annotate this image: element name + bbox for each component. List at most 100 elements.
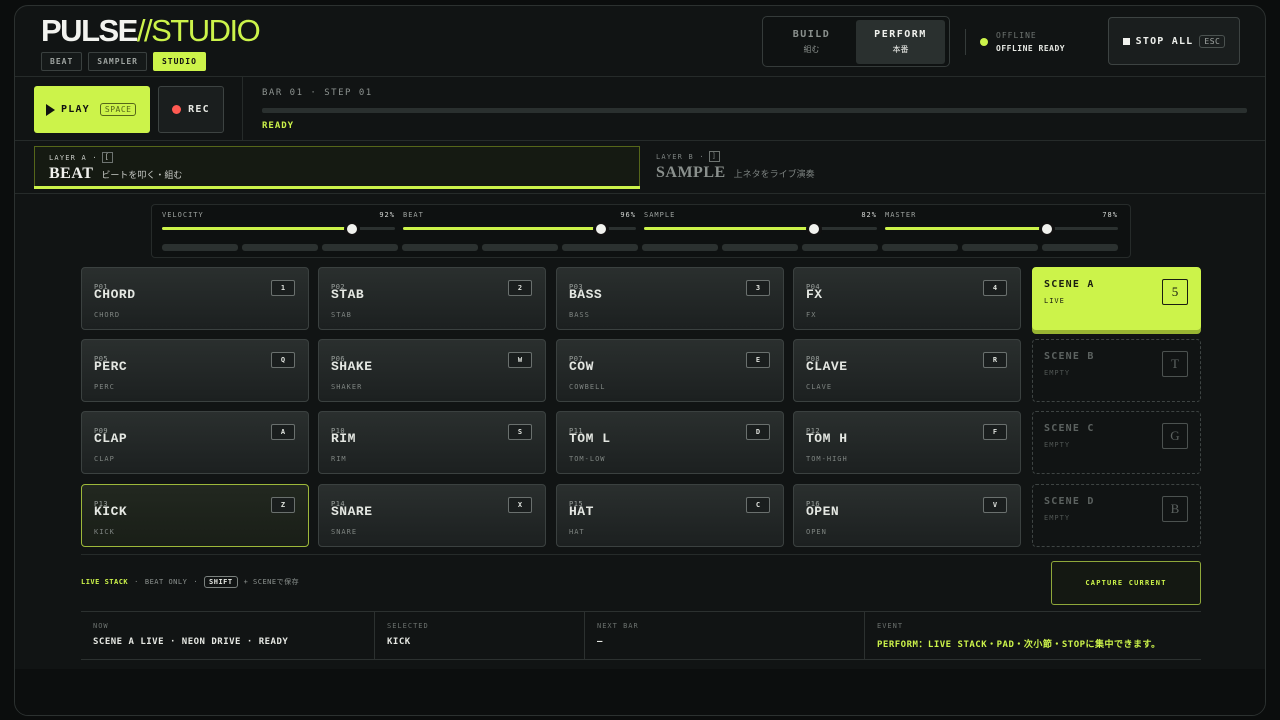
scene-name: SCENE D [1044, 496, 1095, 507]
perform-button[interactable]: PERFORM 本番 [856, 20, 945, 64]
pad-hat[interactable]: P15 HAT HAT C [556, 484, 784, 547]
layer-a-desc: ビートを叩く・組む [101, 171, 183, 181]
pad-key: 4 [983, 280, 1007, 296]
slider-track[interactable] [885, 227, 1118, 230]
pad-sound: OPEN [806, 528, 827, 536]
pad-name: TOM L [569, 431, 611, 446]
slider-label-row: SAMPLE 82% [644, 211, 877, 219]
layer-a-tag: LAYER A · [49, 153, 98, 162]
slider-velocity[interactable]: VELOCITY 92% [162, 205, 395, 259]
layer-b-desc: 上ネタをライブ演奏 [733, 170, 815, 180]
pad-sound: TOM-HIGH [806, 455, 848, 463]
scene-key: G [1162, 423, 1188, 449]
slider-track[interactable] [644, 227, 877, 230]
pad-sound: CLAP [94, 455, 115, 463]
scene-name: SCENE C [1044, 423, 1095, 434]
pad-sound: SHAKER [331, 383, 363, 391]
pad-tom-l[interactable]: P11 TOM L TOM-LOW D [556, 411, 784, 474]
tab-studio[interactable]: STUDIO [152, 52, 206, 71]
pad-fx[interactable]: P04 FX FX 4 [793, 267, 1021, 330]
pad-chord[interactable]: P01 CHORD CHORD 1 [81, 267, 309, 330]
pad-rim[interactable]: P10 RIM RIM S [318, 411, 546, 474]
pad-key: A [271, 424, 295, 440]
slider-label: SAMPLE [644, 211, 676, 219]
tab-sampler[interactable]: SAMPLER [88, 52, 147, 71]
slider-value: 92% [379, 211, 395, 219]
pad-name: COW [569, 359, 594, 374]
pad-cow[interactable]: P07 COW COWBELL E [556, 339, 784, 402]
slider-handle[interactable] [806, 221, 822, 237]
status-selected-value: KICK [387, 637, 411, 647]
view-switch: BUILD 組む PERFORM 本番 [762, 16, 950, 67]
status-next-label: NEXT BAR [597, 622, 639, 630]
pad-name: HAT [569, 504, 594, 519]
pad-open[interactable]: P16 OPEN OPEN V [793, 484, 1021, 547]
pad-kick[interactable]: P13 KICK KICK Z [81, 484, 309, 547]
play-icon [46, 103, 55, 116]
slider-handle[interactable] [593, 221, 609, 237]
pad-tom-h[interactable]: P12 TOM H TOM-HIGH F [793, 411, 1021, 474]
logo-light: //STUDIO [136, 13, 261, 48]
connection-detail: OFFLINE READY [996, 44, 1066, 53]
slider-track[interactable] [162, 227, 395, 230]
slider-fill [403, 227, 601, 230]
stop-icon [1122, 37, 1130, 45]
layer-a-tab[interactable]: LAYER A · [ BEAT ビートを叩く・組む [34, 146, 640, 189]
pad-key: V [983, 497, 1007, 513]
pad-key: W [508, 352, 532, 368]
status-event-label: EVENT [877, 622, 904, 630]
slider-sample[interactable]: SAMPLE 82% [644, 205, 877, 259]
slider-master[interactable]: MASTER 78% [885, 205, 1118, 259]
mode-tabs: BEAT SAMPLER STUDIO [41, 52, 206, 71]
rec-label: REC [188, 104, 210, 115]
slider-beat[interactable]: BEAT 96% [403, 205, 636, 259]
layer-a-key: [ [101, 152, 114, 163]
pad-name: OPEN [806, 504, 840, 519]
slider-handle[interactable] [1039, 221, 1055, 237]
build-button[interactable]: BUILD 組む [767, 20, 856, 64]
stop-all-label: STOP ALL [1135, 35, 1194, 47]
tab-beat[interactable]: BEAT [41, 52, 83, 71]
pad-sound: PERC [94, 383, 115, 391]
pad-sound: STAB [331, 311, 352, 319]
pad-key: 2 [508, 280, 532, 296]
pad-snare[interactable]: P14 SNARE SNARE X [318, 484, 546, 547]
pad-clap[interactable]: P09 CLAP CLAP A [81, 411, 309, 474]
transport-separator [15, 140, 1265, 141]
slider-handle[interactable] [344, 221, 360, 237]
bar-step-position: BAR 01 · STEP 01 [262, 88, 373, 98]
hint-separator-2: · [193, 578, 199, 586]
mixer-panel: VELOCITY 92% BEAT 96% SAMPLE 82% MASTER 78% [151, 204, 1131, 258]
scene-c-button[interactable]: SCENE C EMPTY G [1032, 411, 1201, 474]
slider-label: BEAT [403, 211, 424, 219]
layer-b-header: LAYER B · ] [656, 151, 721, 162]
layer-b-tag: LAYER B · [656, 152, 705, 161]
stop-all-button[interactable]: STOP ALL ESC [1108, 17, 1240, 65]
slider-value: 78% [1102, 211, 1118, 219]
layer-b-tab[interactable]: LAYER B · ] SAMPLE 上ネタをライブ演奏 [642, 146, 1252, 189]
pad-shake[interactable]: P06 SHAKE SHAKER W [318, 339, 546, 402]
capture-current-button[interactable]: CAPTURE CURRENT [1051, 561, 1201, 605]
pad-bass[interactable]: P03 BASS BASS 3 [556, 267, 784, 330]
pad-sound: COWBELL [569, 383, 606, 391]
scene-b-button[interactable]: SCENE B EMPTY T [1032, 339, 1201, 402]
play-button[interactable]: PLAY SPACE [34, 86, 150, 133]
scene-d-button[interactable]: SCENE D EMPTY B [1032, 484, 1201, 547]
status-selected-label: SELECTED [387, 622, 429, 630]
pad-stab[interactable]: P02 STAB STAB 2 [318, 267, 546, 330]
rec-button[interactable]: REC [158, 86, 224, 133]
app-window: PULSE//STUDIO BEAT SAMPLER STUDIO BUILD … [14, 5, 1266, 716]
pad-perc[interactable]: P05 PERC PERC Q [81, 339, 309, 402]
pad-sound: CLAVE [806, 383, 833, 391]
pad-clave[interactable]: P08 CLAVE CLAVE R [793, 339, 1021, 402]
perform-sublabel: 本番 [892, 45, 909, 54]
pad-name: PERC [94, 359, 128, 374]
slider-value: 82% [861, 211, 877, 219]
pad-name: STAB [331, 287, 365, 302]
transport-divider [242, 76, 243, 140]
pad-key: Z [271, 497, 295, 513]
slider-label-row: VELOCITY 92% [162, 211, 395, 219]
slider-label-row: BEAT 96% [403, 211, 636, 219]
pad-sound: KICK [94, 528, 115, 536]
scene-a-button[interactable]: SCENE A LIVE 5 [1032, 267, 1201, 330]
